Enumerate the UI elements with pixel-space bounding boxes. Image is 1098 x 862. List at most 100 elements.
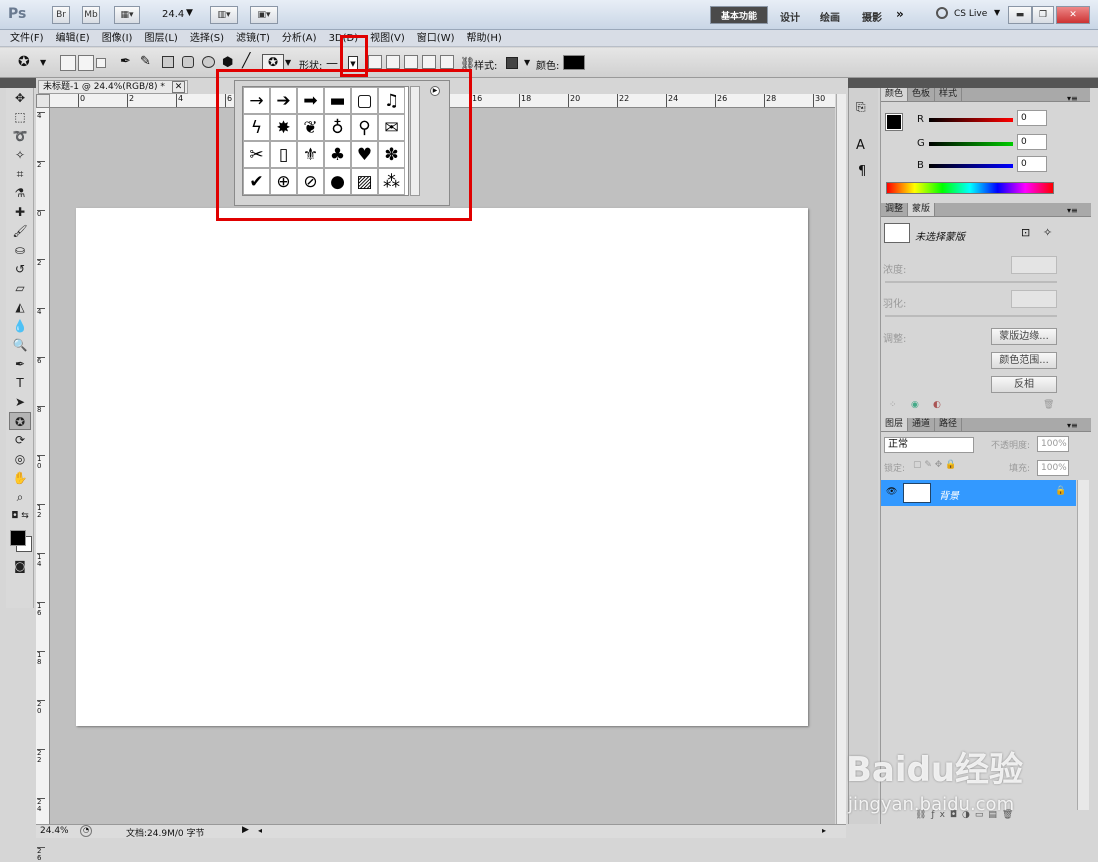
type-tool-icon[interactable]: T bbox=[9, 374, 31, 392]
restore-button[interactable]: ❐ bbox=[1032, 6, 1054, 24]
tab-masks[interactable]: 蒙版 bbox=[908, 203, 936, 216]
opacity-field[interactable]: 100% bbox=[1037, 436, 1069, 452]
style-dropdown-icon[interactable]: ▼ bbox=[524, 58, 530, 67]
menu-analysis[interactable]: 分析(A) bbox=[276, 30, 323, 47]
status-zoom[interactable]: 24.4% bbox=[40, 826, 69, 836]
layer-row-background[interactable]: 👁 背景 🔒 bbox=[881, 480, 1076, 506]
feather-field[interactable] bbox=[1011, 290, 1057, 308]
pen-icon[interactable]: ✒ bbox=[120, 54, 131, 69]
minibridge-button[interactable]: Mb bbox=[82, 6, 100, 24]
paths-icon[interactable] bbox=[78, 55, 94, 71]
density-slider[interactable] bbox=[885, 281, 1057, 283]
channel-b-slider[interactable] bbox=[929, 164, 1013, 168]
load-selection-icon[interactable]: ⁘ bbox=[889, 400, 897, 410]
blend-mode-select[interactable]: 正常 bbox=[884, 437, 974, 453]
menu-window[interactable]: 窗口(W) bbox=[411, 30, 461, 47]
zoom-tool-icon[interactable]: ⌕ bbox=[9, 488, 31, 506]
close-button[interactable]: ✕ bbox=[1056, 6, 1090, 24]
tab-layers[interactable]: 图层 bbox=[881, 418, 909, 431]
tool-preset-dropdown-icon[interactable]: ▼ bbox=[40, 58, 46, 67]
channel-g-slider[interactable] bbox=[929, 142, 1013, 146]
cslive-button[interactable]: CS Live bbox=[954, 9, 987, 19]
shape-layers-icon[interactable] bbox=[60, 55, 76, 71]
invert-button[interactable]: 反相 bbox=[991, 376, 1057, 393]
color-panel-menu-icon[interactable]: ▾≡ bbox=[1067, 94, 1078, 103]
crop-tool-icon[interactable]: ⌗ bbox=[9, 165, 31, 183]
history-brush-tool-icon[interactable]: ↺ bbox=[9, 260, 31, 278]
layers-panel-menu-icon[interactable]: ▾≡ bbox=[1067, 421, 1078, 430]
paint-bucket-tool-icon[interactable]: ◭ bbox=[9, 298, 31, 316]
style-swatch[interactable] bbox=[506, 57, 518, 69]
ellipse-icon[interactable] bbox=[202, 56, 215, 68]
menu-edit[interactable]: 编辑(E) bbox=[50, 30, 96, 47]
intersect-shape-areas-icon[interactable] bbox=[422, 55, 436, 69]
channel-r-slider[interactable] bbox=[929, 118, 1013, 122]
blur-tool-icon[interactable]: 💧 bbox=[9, 317, 31, 335]
fill-field[interactable]: 100% bbox=[1037, 460, 1069, 476]
exclude-overlapping-icon[interactable] bbox=[440, 55, 454, 69]
move-tool-icon[interactable]: ✥ bbox=[9, 89, 31, 107]
healing-brush-tool-icon[interactable]: ✚ bbox=[9, 203, 31, 221]
channel-g-value[interactable]: 0 bbox=[1017, 134, 1047, 150]
workspace-essentials[interactable]: 基本功能 bbox=[710, 6, 768, 24]
channel-r-value[interactable]: 0 bbox=[1017, 110, 1047, 126]
dodge-tool-icon[interactable]: 🔍 bbox=[9, 336, 31, 354]
view-extras-button[interactable]: ▦▾ bbox=[114, 6, 140, 24]
color-spectrum[interactable] bbox=[886, 182, 1054, 194]
add-to-shape-area-icon[interactable] bbox=[386, 55, 400, 69]
cslive-dropdown-icon[interactable]: ▼ bbox=[994, 8, 1000, 17]
foreground-color-swatch[interactable] bbox=[10, 530, 26, 546]
workspace-photography[interactable]: 摄影 bbox=[862, 9, 882, 24]
custom-shape-tool-icon[interactable]: ✪ bbox=[9, 412, 31, 430]
polygon-icon[interactable]: ⬢ bbox=[222, 55, 233, 70]
document-canvas[interactable] bbox=[76, 208, 808, 726]
path-selection-tool-icon[interactable]: ➤ bbox=[9, 393, 31, 411]
brush-tool-icon[interactable]: 🖌 bbox=[9, 222, 31, 240]
lock-icons[interactable]: ▢ ✎ ✥ 🔒 bbox=[913, 460, 956, 470]
pixel-mask-icon[interactable]: ⊡ bbox=[1021, 226, 1030, 239]
workspace-painting[interactable]: 绘画 bbox=[820, 9, 840, 24]
eyedropper-tool-icon[interactable]: ⚗ bbox=[9, 184, 31, 202]
hand-tool-icon[interactable]: ✋ bbox=[9, 469, 31, 487]
default-colors-icon[interactable]: ◘ ⇆ bbox=[9, 507, 31, 525]
color-range-button[interactable]: 颜色范围... bbox=[991, 352, 1057, 369]
scroll-left-icon[interactable]: ◂ bbox=[258, 826, 262, 835]
feather-slider[interactable] bbox=[885, 315, 1057, 317]
layers-scrollbar[interactable] bbox=[1077, 480, 1089, 810]
density-field[interactable] bbox=[1011, 256, 1057, 274]
menu-help[interactable]: 帮助(H) bbox=[461, 30, 508, 47]
scroll-right-icon[interactable]: ▸ bbox=[822, 826, 826, 835]
lasso-tool-icon[interactable]: ➰ bbox=[9, 127, 31, 145]
enable-mask-icon[interactable]: ◉ bbox=[911, 400, 919, 410]
quick-selection-tool-icon[interactable]: ✧ bbox=[9, 146, 31, 164]
apply-mask-icon[interactable]: ◐ bbox=[933, 400, 941, 410]
tool-preset-icon[interactable]: ✪ bbox=[18, 54, 30, 70]
fill-pixels-icon[interactable] bbox=[96, 58, 106, 68]
bridge-button[interactable]: Br bbox=[52, 6, 70, 24]
zoom-level[interactable]: 24.4 bbox=[162, 9, 184, 20]
tab-swatches[interactable]: 色板 bbox=[908, 88, 936, 101]
document-tab[interactable]: 未标题-1 @ 24.4%(RGB/8) * ✕ bbox=[38, 80, 188, 94]
link-icon[interactable]: ⛓ bbox=[460, 56, 475, 70]
shape-preview[interactable]: — bbox=[326, 56, 338, 70]
vector-mask-icon[interactable]: ✧ bbox=[1043, 226, 1052, 239]
pen-tool-icon[interactable]: ✒ bbox=[9, 355, 31, 373]
channel-b-value[interactable]: 0 bbox=[1017, 156, 1047, 172]
tab-paths[interactable]: 路径 bbox=[935, 418, 963, 431]
tab-channels[interactable]: 通道 bbox=[908, 418, 936, 431]
freeform-pen-icon[interactable]: ✎ bbox=[140, 54, 151, 69]
ruler-origin[interactable] bbox=[36, 94, 50, 108]
history-panel-icon[interactable]: ⎘ bbox=[856, 100, 866, 115]
subtract-shape-area-icon[interactable] bbox=[404, 55, 418, 69]
color-swatch[interactable] bbox=[563, 55, 585, 70]
paragraph-panel-icon[interactable]: ¶ bbox=[858, 164, 866, 179]
3d-rotate-tool-icon[interactable]: ⟳ bbox=[9, 431, 31, 449]
line-icon[interactable]: ╱ bbox=[242, 53, 250, 69]
eraser-tool-icon[interactable]: ▱ bbox=[9, 279, 31, 297]
workspace-design[interactable]: 设计 bbox=[780, 9, 800, 24]
tab-styles[interactable]: 样式 bbox=[935, 88, 963, 101]
menu-filter[interactable]: 滤镜(T) bbox=[230, 30, 276, 47]
mask-edge-button[interactable]: 蒙版边缘... bbox=[991, 328, 1057, 345]
vertical-scrollbar[interactable] bbox=[836, 94, 846, 824]
tab-color[interactable]: 颜色 bbox=[881, 88, 909, 101]
